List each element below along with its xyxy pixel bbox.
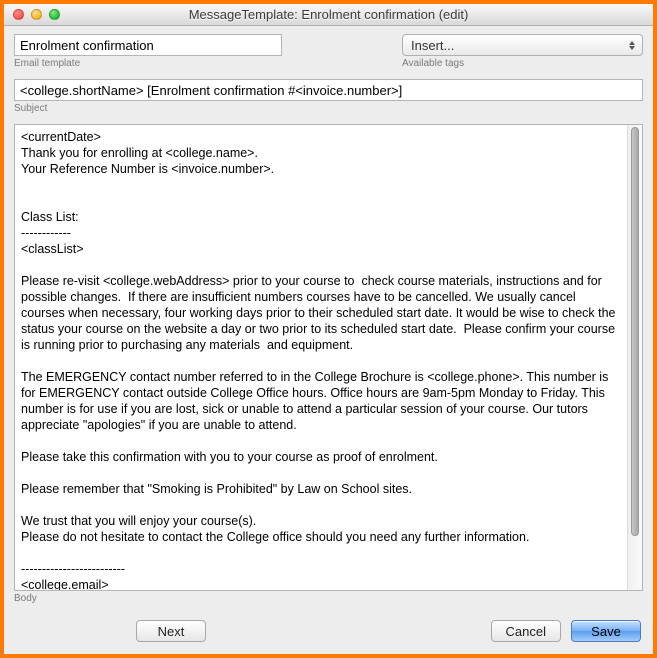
template-name-input[interactable] (14, 34, 282, 56)
insert-tag-caption: Available tags (402, 58, 643, 69)
save-button[interactable]: Save (571, 620, 641, 642)
top-row: Email template Insert... Available tags (14, 34, 643, 69)
insert-tag-select[interactable]: Insert... (402, 34, 643, 56)
traffic-lights (13, 9, 60, 20)
window: MessageTemplate: Enrolment confirmation … (4, 4, 653, 654)
body-caption: Body (14, 593, 643, 604)
zoom-icon[interactable] (49, 9, 60, 20)
content-area: Email template Insert... Available tags … (4, 26, 653, 610)
close-icon[interactable] (13, 9, 24, 20)
template-name-caption: Email template (14, 58, 282, 69)
scrollbar-thumb[interactable] (631, 127, 639, 536)
body-textarea[interactable]: <currentDate> Thank you for enrolling at… (15, 125, 627, 590)
subject-caption: Subject (14, 103, 643, 114)
subject-input[interactable] (14, 79, 643, 101)
subject-row: Subject (14, 79, 643, 114)
body-wrap: <currentDate> Thank you for enrolling at… (14, 124, 643, 591)
footer: Next Cancel Save (4, 610, 653, 654)
cancel-button[interactable]: Cancel (491, 620, 561, 642)
next-button[interactable]: Next (136, 620, 206, 642)
titlebar: MessageTemplate: Enrolment confirmation … (4, 4, 653, 26)
minimize-icon[interactable] (31, 9, 42, 20)
window-title: MessageTemplate: Enrolment confirmation … (4, 7, 653, 22)
scrollbar[interactable] (627, 125, 642, 590)
body-row: <currentDate> Thank you for enrolling at… (14, 124, 643, 604)
